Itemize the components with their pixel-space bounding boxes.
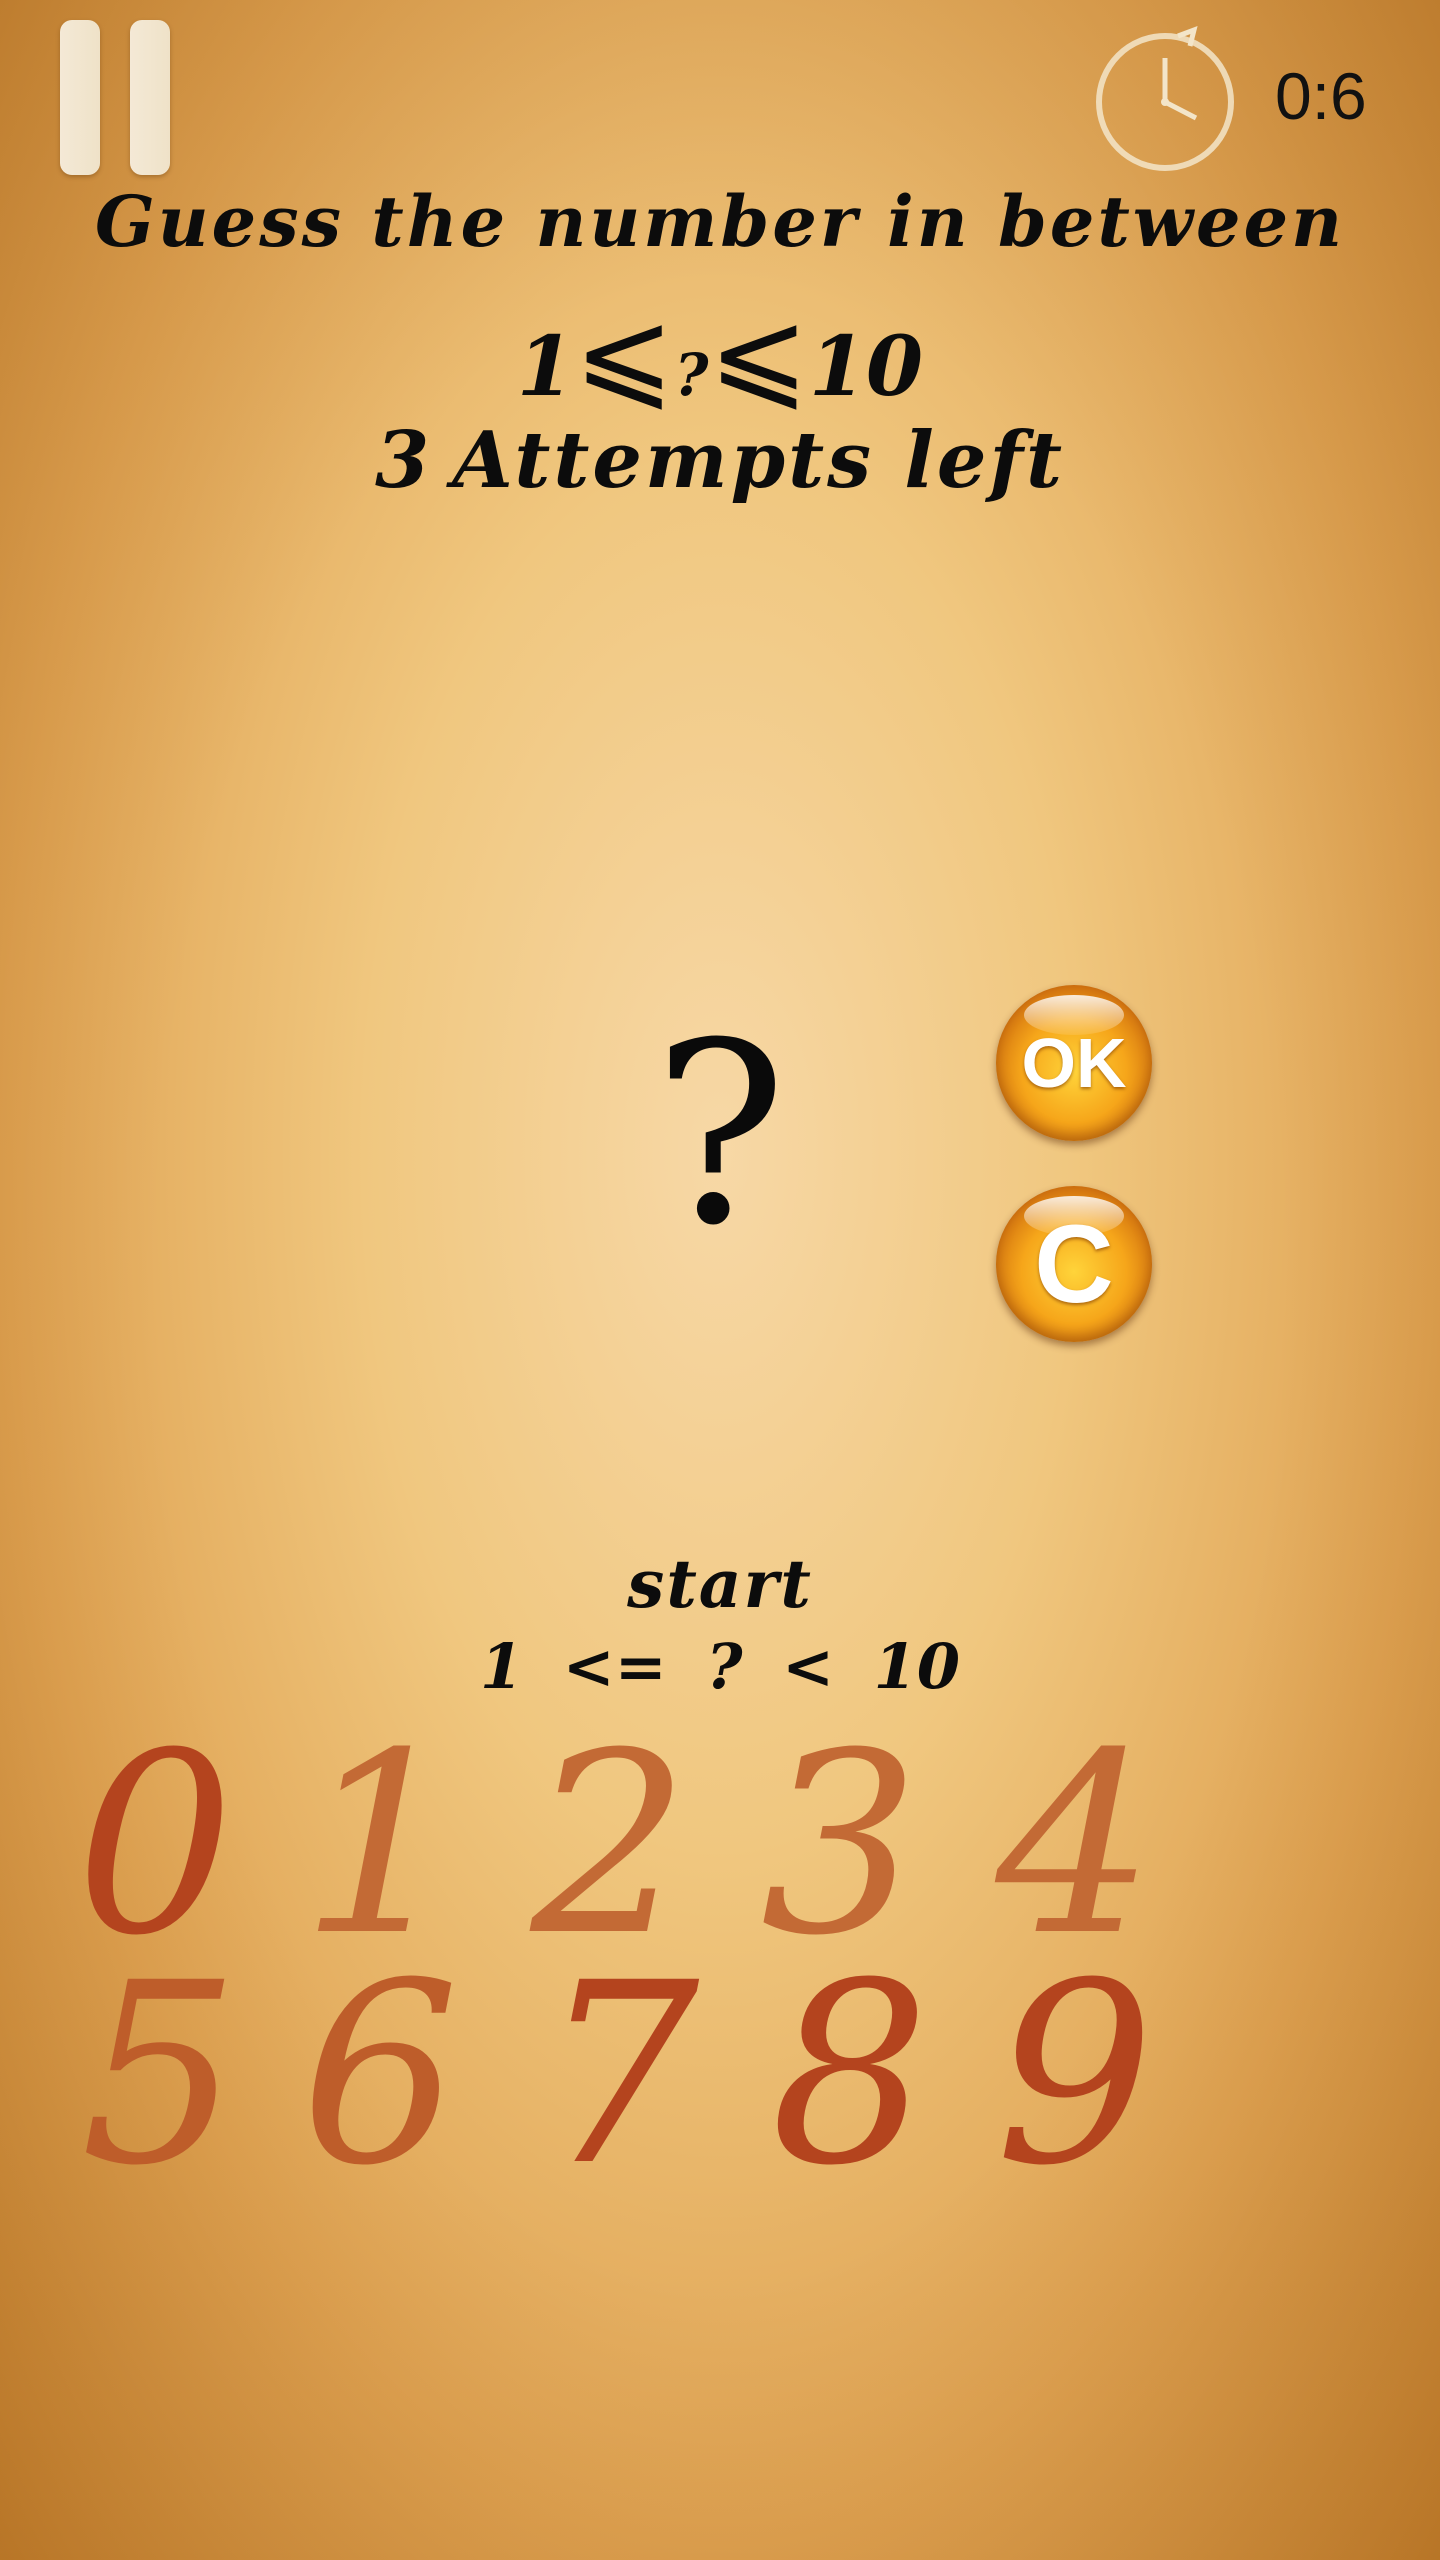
hint-label: start <box>627 1545 813 1623</box>
attempts-count: 3 <box>374 415 433 506</box>
range-max: 10 <box>809 319 924 415</box>
clear-button[interactable]: C <box>996 1186 1152 1342</box>
digit-key-7[interactable]: 7 <box>505 1950 735 2200</box>
less-equal-symbol-2: ⩽ <box>708 285 809 424</box>
guess-display: ? <box>652 989 788 1280</box>
less-equal-symbol: ⩽ <box>573 285 675 424</box>
pause-icon <box>60 20 100 175</box>
pause-button[interactable] <box>60 20 170 175</box>
range-min: 1 <box>516 319 574 415</box>
hint-range: 1 <= ? < 10 <box>480 1630 960 1703</box>
digit-key-6[interactable]: 6 <box>265 1950 495 2200</box>
digit-key-8[interactable]: 8 <box>735 1950 965 2200</box>
clock-icon <box>1096 25 1234 171</box>
timer-text: 0:6 <box>1275 59 1367 133</box>
attempts-left: 3 Attempts left <box>0 415 1440 506</box>
digit-key-5[interactable]: 5 <box>45 1950 275 2200</box>
ok-label: OK <box>1021 1024 1127 1102</box>
digit-key-9[interactable]: 9 <box>960 1950 1190 2200</box>
range-placeholder: ? <box>674 341 709 409</box>
pause-icon-bar <box>130 20 170 175</box>
clear-label: C <box>1034 1202 1114 1326</box>
range-display: 1⩽?⩽10 <box>0 285 1440 424</box>
ok-button[interactable]: OK <box>996 985 1152 1141</box>
attempts-text: Attempts left <box>452 415 1066 506</box>
page-title: Guess the number in between <box>94 180 1345 263</box>
